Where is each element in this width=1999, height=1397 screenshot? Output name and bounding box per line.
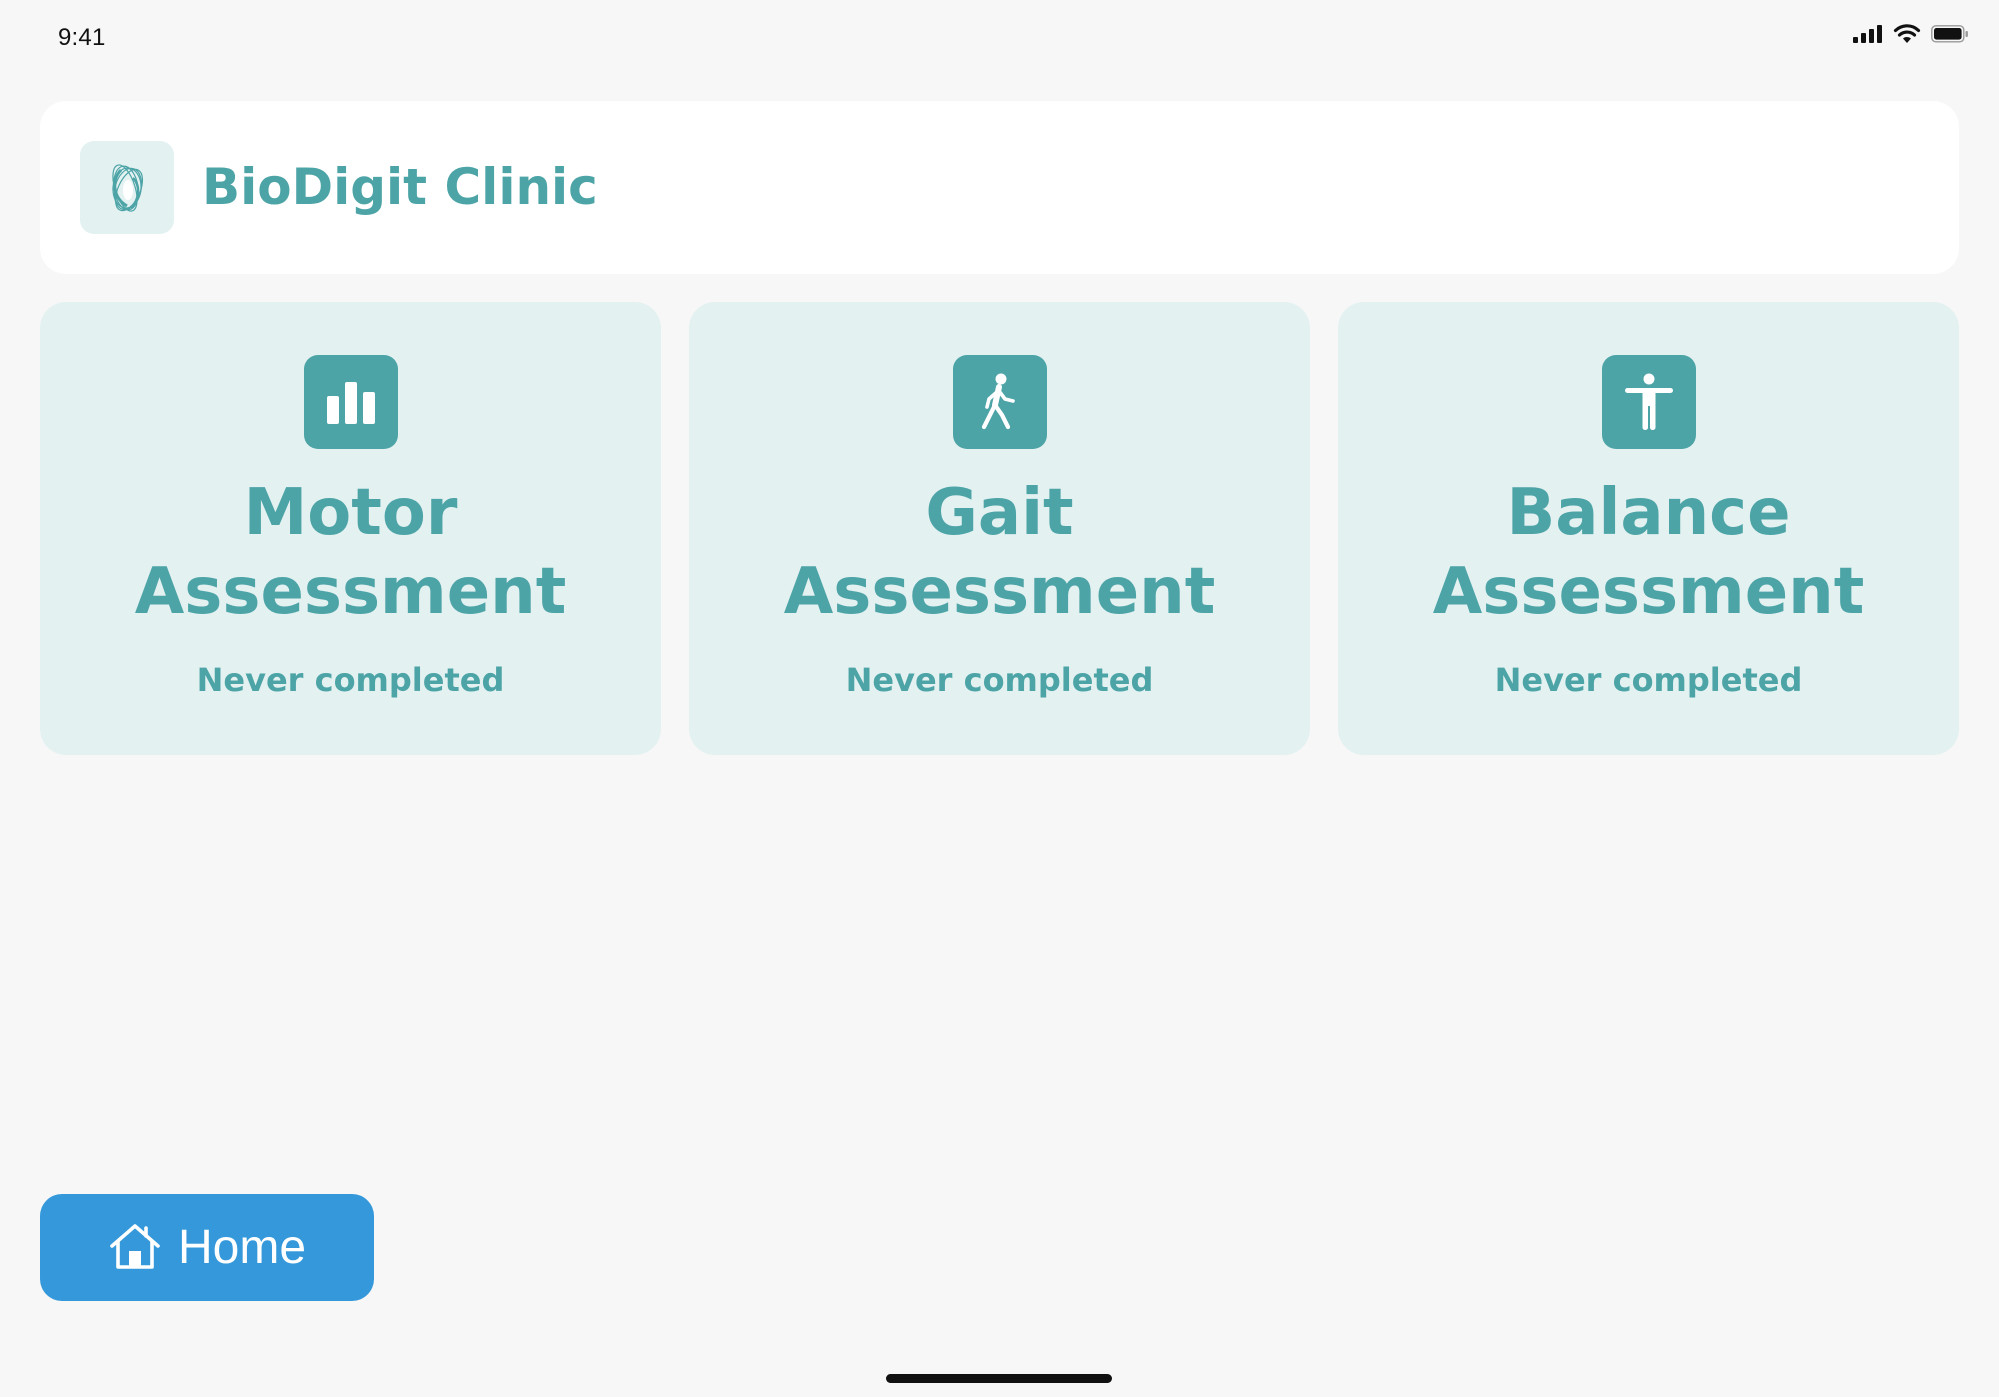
balance-assessment-card[interactable]: Balance Assessment Never completed: [1338, 302, 1959, 755]
home-button[interactable]: Home: [40, 1194, 374, 1301]
home-label: Home: [177, 1220, 307, 1274]
clinic-header: BioDigit Clinic: [40, 101, 1959, 274]
card-title: Balance Assessment: [1432, 476, 1865, 629]
card-status: Never completed: [845, 661, 1154, 699]
signal-icon: [1853, 25, 1883, 47]
status-icons: [1853, 24, 1969, 48]
card-title: Motor Assessment: [134, 476, 567, 629]
biodigit-logo-icon: [80, 141, 174, 234]
clinic-title: BioDigit Clinic: [202, 158, 598, 216]
home-indicator[interactable]: [886, 1374, 1112, 1383]
card-status: Never completed: [1494, 661, 1803, 699]
status-bar: 9:41: [0, 0, 1999, 76]
assessment-cards: Motor Assessment Never completed Gait As…: [40, 302, 1959, 755]
battery-icon: [1931, 25, 1969, 47]
motor-assessment-card[interactable]: Motor Assessment Never completed: [40, 302, 661, 755]
card-title: Gait Assessment: [783, 476, 1216, 629]
status-time: 9:41: [58, 24, 106, 51]
balance-person-icon: [1602, 355, 1696, 449]
walking-person-icon: [953, 355, 1047, 449]
wifi-icon: [1893, 24, 1921, 48]
gait-assessment-card[interactable]: Gait Assessment Never completed: [689, 302, 1310, 755]
card-status: Never completed: [196, 661, 505, 699]
bar-chart-icon: [304, 355, 398, 449]
home-icon: [108, 1222, 162, 1274]
